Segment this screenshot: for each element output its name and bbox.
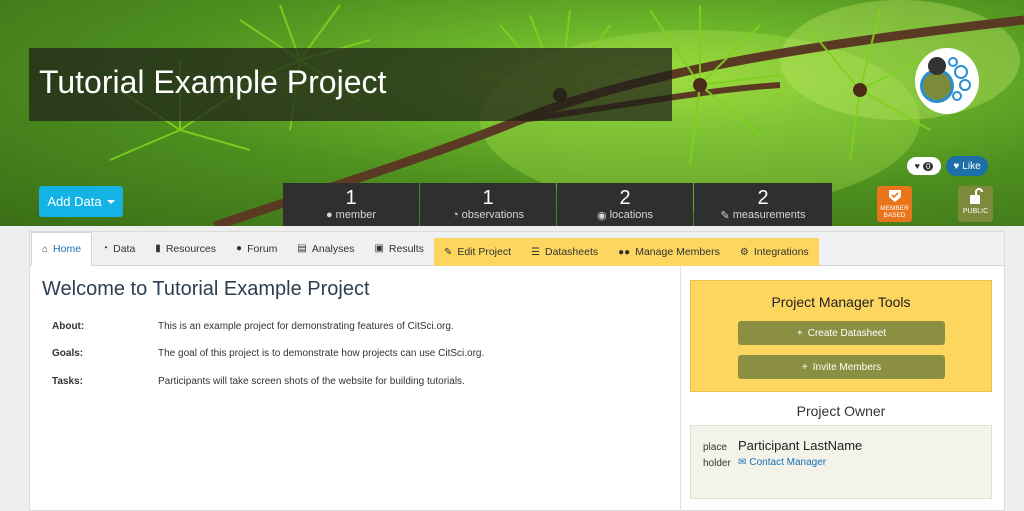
comments-icon: ● [236,243,243,254]
create-datasheet-button[interactable]: + Create Datasheet [738,321,945,345]
owner-avatar-placeholder: placeholder [703,442,731,469]
tab-label: Edit Project [457,246,512,258]
stat-label: locations [609,209,654,221]
tab-label: Home [53,243,82,255]
newspaper-icon: ▣ [374,243,384,254]
project-title-box: Tutorial Example Project [29,48,672,121]
goals-label: Goals: [52,348,84,359]
tab-datasheets[interactable]: ☰ Datasheets [521,238,609,266]
binoculars-icon: ◔ [102,243,109,254]
binoculars-icon: ◔ [451,209,459,221]
plus-icon: + [796,327,803,339]
unlock-icon [969,188,983,204]
like-button[interactable]: ♥ Like [946,156,988,176]
invite-members-label: Invite Members [812,361,882,373]
about-label: About: [52,321,85,332]
tab-integrations[interactable]: ⚙ Integrations [729,238,819,266]
project-banner: Tutorial Example Project ♥ 0 ♥ Like Add … [0,0,1024,226]
stat-value: 2 [757,186,769,209]
goals-row: Goals: The goal of this project is to de… [52,348,484,359]
tab-resources[interactable]: ▮ Resources [145,232,226,265]
goals-value: The goal of this project is to demonstra… [158,348,485,359]
project-owner-title: Project Owner [796,403,886,419]
stat-members[interactable]: 1 ● member [283,183,419,226]
user-icon: ● [326,209,333,221]
file-icon: ▮ [155,243,161,254]
stat-locations[interactable]: 2 ◉ locations [557,183,693,226]
tasks-row: Tasks: Participants will take screen sho… [52,376,465,387]
tab-label: Integrations [753,246,809,258]
contact-manager-label: Contact Manager [749,457,827,468]
home-icon: ⌂ [42,243,49,255]
member-based-badge: MEMBER BASED [877,186,912,222]
users-icon: ●● [618,246,631,258]
tab-label: Analyses [311,242,355,255]
stat-value: 2 [619,186,631,209]
envelope-icon: ✉ [738,457,747,468]
stat-observations[interactable]: 1 ◔ observations [420,183,556,226]
tab-label: Results [388,242,424,255]
tab-edit-project[interactable]: ✎ Edit Project [433,238,522,266]
tasks-value: Participants will take screen shots of t… [158,376,465,387]
chart-icon: ▤ [297,243,307,254]
tab-data[interactable]: ◔ Data [92,232,145,265]
invite-members-button[interactable]: + Invite Members [738,355,945,379]
tasks-label: Tasks: [52,376,83,387]
citsci-logo-icon [917,51,977,111]
stat-label: member [335,209,376,221]
favorite-badge[interactable]: ♥ 0 [907,157,941,175]
favorite-count: 0 [922,161,934,171]
add-data-label: Add Data [47,194,102,209]
stat-label: measurements [732,209,806,221]
project-stats: 1 ● member 1 ◔ observations 2 ◉ locations 2… [283,183,833,226]
stat-value: 1 [482,187,494,209]
about-row: About: This is an example project for de… [52,321,454,332]
project-tabs: ⌂ Home ◔ Data ▮ Resources ● Forum ▤ Anal… [30,232,1004,266]
like-label: Like [962,160,981,172]
tools-title: Project Manager Tools [771,294,911,310]
project-owner-card: placeholder Participant LastName ✉ Conta… [690,425,992,499]
stat-label: observations [461,209,525,221]
member-based-label: MEMBER BASED [880,205,909,219]
heart-icon: ♥ [953,160,960,172]
public-badge: PUBLIC [958,186,993,222]
list-icon: ☰ [531,246,540,258]
check-shield-icon [888,190,901,202]
cogs-icon: ⚙ [739,246,749,258]
project-panel: ⌂ Home ◔ Data ▮ Resources ● Forum ▤ Anal… [29,231,1005,511]
tab-analyses[interactable]: ▤ Analyses [287,232,364,265]
citsci-logo[interactable] [915,48,979,114]
create-datasheet-label: Create Datasheet [807,327,887,339]
tab-home[interactable]: ⌂ Home [31,232,93,266]
public-label: PUBLIC [962,208,989,215]
stat-measurements[interactable]: 2 ✎ measurements [694,183,832,226]
pencil-icon: ✎ [720,209,730,222]
add-data-button[interactable]: Add Data [39,186,123,217]
stat-value: 1 [345,187,357,209]
column-divider [680,266,681,511]
owner-name: Participant LastName [738,438,863,453]
welcome-heading: Welcome to Tutorial Example Project [42,278,370,300]
tab-label: Manage Members [635,246,720,258]
tab-results[interactable]: ▣ Results [364,232,433,265]
project-manager-tools: Project Manager Tools + Create Datasheet… [690,280,992,392]
tab-label: Resources [165,242,217,255]
pencil-icon: ✎ [443,246,453,258]
map-marker-icon: ◉ [596,209,607,222]
tab-label: Datasheets [545,246,599,258]
tab-label: Data [113,242,136,255]
heart-icon: ♥ [914,161,920,171]
project-title: Tutorial Example Project [39,64,387,100]
plus-icon: + [801,361,808,373]
tab-manage-members[interactable]: ●● Manage Members [608,238,730,266]
about-value: This is an example project for demonstra… [158,321,454,332]
tab-label: Forum [247,242,278,255]
contact-manager-link[interactable]: ✉ Contact Manager [738,457,826,468]
tab-forum[interactable]: ● Forum [226,232,287,265]
caret-down-icon [106,199,115,204]
